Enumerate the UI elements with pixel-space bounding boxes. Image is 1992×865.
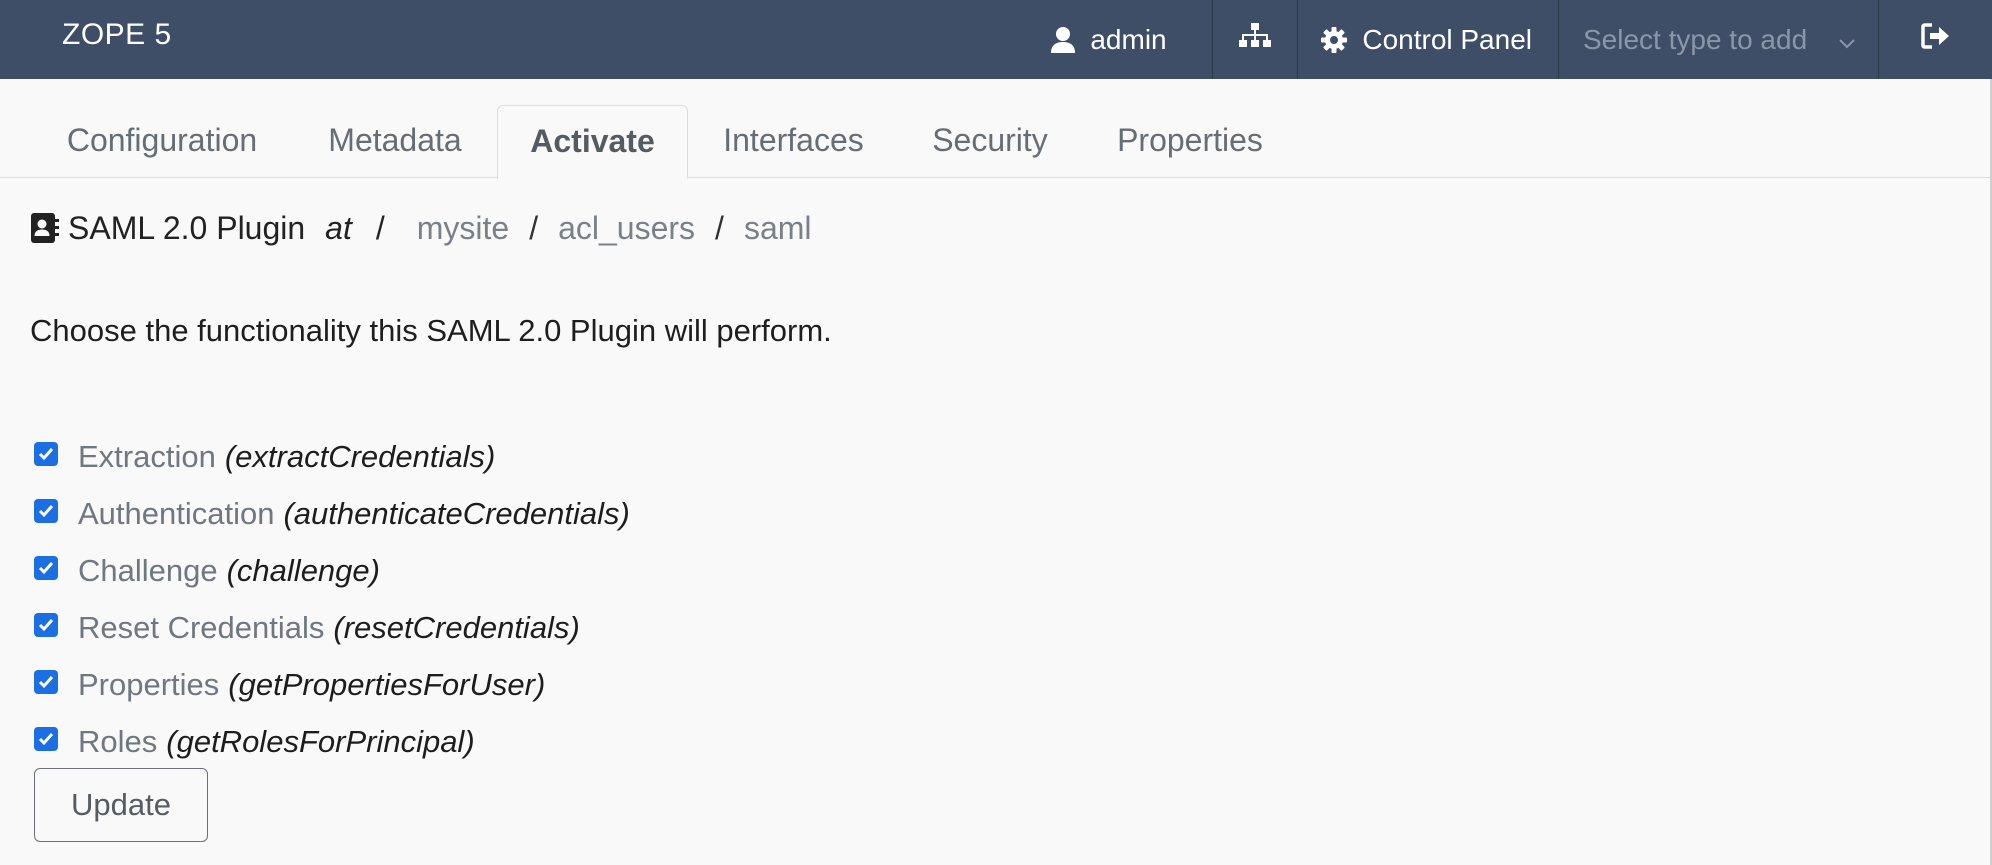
- check-icon: [38, 675, 54, 688]
- checkbox-reset-credentials[interactable]: [34, 612, 58, 637]
- tab-configuration[interactable]: Configuration: [44, 105, 280, 177]
- logout-button[interactable]: [1878, 0, 1992, 79]
- tab-activate[interactable]: Activate: [497, 105, 688, 179]
- user-menu[interactable]: admin: [1026, 0, 1212, 79]
- option-roles: Roles (getRolesForPrincipal): [34, 713, 630, 770]
- breadcrumb-at: at: [325, 209, 352, 246]
- breadcrumb-item-saml[interactable]: saml: [744, 210, 812, 247]
- navbar-actions: admin Control Panel Select type to add: [1026, 0, 1992, 79]
- option-label[interactable]: Extraction: [78, 439, 216, 475]
- option-challenge: Challenge (challenge): [34, 542, 630, 599]
- option-label[interactable]: Properties: [78, 667, 219, 703]
- option-label[interactable]: Roles: [78, 724, 157, 760]
- top-navbar: ZOPE 5 admin Control Panel Select type t…: [0, 0, 1992, 79]
- intro-text: Choose the functionality this SAML 2.0 P…: [30, 313, 832, 348]
- option-method: (getPropertiesForUser): [228, 666, 546, 702]
- chevron-down-icon: [1838, 24, 1856, 56]
- brand-logo[interactable]: ZOPE 5: [62, 18, 172, 52]
- checkbox-challenge[interactable]: [34, 555, 58, 580]
- option-label[interactable]: Authentication: [78, 496, 274, 532]
- check-icon: [38, 447, 54, 460]
- tab-interfaces[interactable]: Interfaces: [706, 105, 881, 177]
- check-icon: [38, 618, 54, 631]
- plugin-type-title: SAML 2.0 Plugin: [68, 209, 306, 246]
- control-panel-label: Control Panel: [1362, 23, 1532, 55]
- sitemap-icon: [1238, 22, 1272, 57]
- breadcrumb-separator: /: [715, 209, 724, 246]
- add-type-placeholder: Select type to add: [1583, 23, 1808, 55]
- tab-security[interactable]: Security: [914, 105, 1066, 177]
- tab-metadata[interactable]: Metadata: [310, 105, 480, 177]
- checkbox-authentication[interactable]: [34, 498, 58, 523]
- sitemap-button[interactable]: [1212, 0, 1297, 79]
- zmi-page: ZOPE 5 admin Control Panel Select type t…: [0, 0, 1992, 865]
- breadcrumb-root[interactable]: /: [376, 210, 385, 247]
- option-method: (authenticateCredentials): [283, 495, 630, 531]
- option-method: (resetCredentials): [333, 609, 580, 645]
- option-authentication: Authentication (authenticateCredentials): [34, 485, 630, 542]
- check-icon: [38, 732, 54, 745]
- option-reset-credentials: Reset Credentials (resetCredentials): [34, 599, 630, 656]
- option-properties: Properties (getPropertiesForUser): [34, 656, 630, 713]
- check-icon: [38, 561, 54, 574]
- tab-bar: Configuration Metadata Activate Interfac…: [0, 79, 1992, 179]
- address-card-icon: [30, 212, 60, 244]
- user-icon: [1050, 26, 1076, 54]
- option-method: (extractCredentials): [224, 438, 496, 474]
- breadcrumb-item-mysite[interactable]: mysite: [417, 210, 509, 247]
- update-button[interactable]: Update: [34, 768, 208, 842]
- option-method: (challenge): [226, 552, 380, 588]
- breadcrumb-item-acl-users[interactable]: acl_users: [558, 210, 695, 247]
- option-label[interactable]: Challenge: [78, 553, 218, 589]
- logout-icon: [1920, 22, 1952, 57]
- activation-options: Extraction (extractCredentials) Authenti…: [34, 428, 630, 770]
- add-type-select[interactable]: Select type to add: [1558, 0, 1878, 79]
- checkbox-extraction[interactable]: [34, 441, 58, 466]
- option-extraction: Extraction (extractCredentials): [34, 428, 630, 485]
- checkbox-properties[interactable]: [34, 669, 58, 694]
- user-name: admin: [1090, 23, 1167, 55]
- breadcrumb-separator: /: [529, 209, 539, 246]
- tab-properties[interactable]: Properties: [1104, 105, 1276, 177]
- check-icon: [38, 504, 54, 517]
- breadcrumb: SAML 2.0 Plugin at / mysite / acl_users …: [30, 206, 812, 250]
- checkbox-roles[interactable]: [34, 726, 58, 751]
- gear-icon: [1320, 26, 1348, 54]
- option-label[interactable]: Reset Credentials: [78, 610, 324, 646]
- control-panel-link[interactable]: Control Panel: [1297, 0, 1558, 79]
- option-method: (getRolesForPrincipal): [166, 723, 475, 759]
